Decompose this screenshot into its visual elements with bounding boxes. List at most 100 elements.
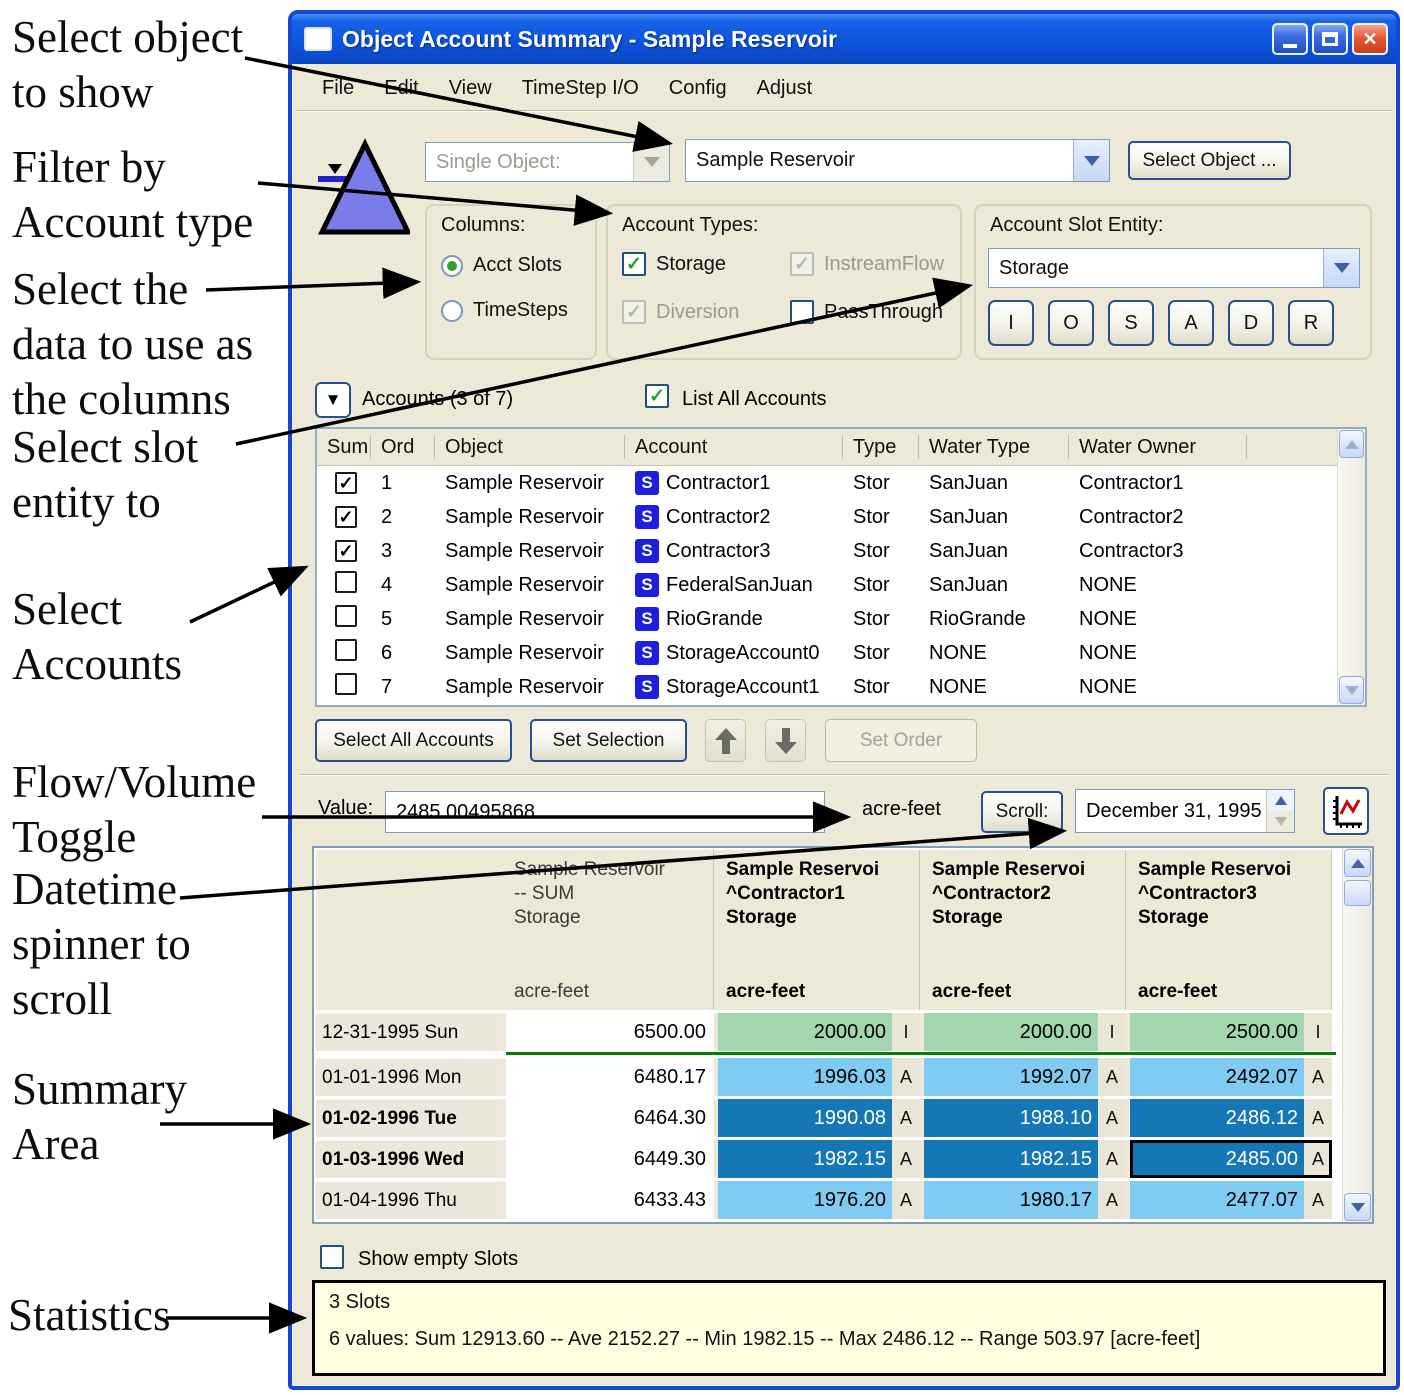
- scroll-down-icon[interactable]: [1344, 1193, 1371, 1221]
- sum-checkbox-cell[interactable]: [325, 639, 371, 667]
- summary-cell-group[interactable]: 2500.00I: [1130, 1013, 1332, 1051]
- account-checkbox[interactable]: ✓: [335, 506, 357, 528]
- summary-cell-group[interactable]: 1982.15A: [924, 1140, 1126, 1178]
- sum-checkbox-cell[interactable]: ✓: [325, 506, 371, 529]
- scroll-button[interactable]: Scroll:: [981, 791, 1063, 833]
- sum-checkbox-cell[interactable]: [325, 673, 371, 701]
- close-button-icon[interactable]: ✕: [1352, 23, 1388, 55]
- radio-option-acct-slots[interactable]: Acct Slots: [441, 254, 568, 277]
- summary-row-label[interactable]: 01-02-1996 Tue: [316, 1099, 502, 1137]
- summary-row-label[interactable]: 01-04-1996 Thu: [316, 1181, 502, 1219]
- move-down-button[interactable]: [765, 719, 806, 762]
- summary-value-cell[interactable]: 2492.07: [1130, 1058, 1304, 1096]
- chevron-down-icon[interactable]: [1073, 140, 1109, 181]
- checkbox-option-storage[interactable]: ✓Storage: [622, 252, 790, 276]
- datetime-spinner[interactable]: December 31, 1995: [1075, 789, 1295, 833]
- summary-sum-cell[interactable]: 6500.00: [506, 1013, 714, 1051]
- account-row[interactable]: 4Sample ReservoirSFederalSanJuanStorSanJ…: [317, 568, 1337, 602]
- summary-value-cell[interactable]: 1976.20: [718, 1181, 892, 1219]
- account-checkbox[interactable]: [335, 639, 357, 661]
- select-object-button[interactable]: Select Object ...: [1128, 141, 1291, 180]
- sum-checkbox-cell[interactable]: [325, 571, 371, 599]
- entity-button-o[interactable]: O: [1048, 300, 1094, 346]
- sum-checkbox-cell[interactable]: ✓: [325, 472, 371, 495]
- scroll-up-icon[interactable]: [1339, 430, 1364, 458]
- summary-value-cell[interactable]: 2485.00: [1130, 1140, 1304, 1178]
- summary-value-cell[interactable]: 1980.17: [924, 1181, 1098, 1219]
- summary-sum-cell[interactable]: 6480.17: [506, 1058, 714, 1096]
- summary-sum-cell[interactable]: 6464.30: [506, 1099, 714, 1137]
- summary-selected-cell[interactable]: 2485.00A: [1130, 1140, 1332, 1178]
- account-row[interactable]: 7Sample ReservoirSStorageAccount1StorNON…: [317, 670, 1337, 704]
- menu-item-edit[interactable]: Edit: [384, 77, 418, 100]
- spinner-up-icon[interactable]: [1267, 790, 1294, 811]
- summary-value-cell[interactable]: 2477.07: [1130, 1181, 1304, 1219]
- menu-item-config[interactable]: Config: [669, 77, 727, 100]
- account-row[interactable]: ✓1Sample ReservoirSContractor1StorSanJua…: [317, 466, 1337, 500]
- summary-value-cell[interactable]: 1996.03: [718, 1058, 892, 1096]
- object-combo[interactable]: Sample Reservoir: [685, 139, 1110, 182]
- summary-scrollbar[interactable]: [1342, 848, 1372, 1222]
- chevron-down-icon[interactable]: [1323, 249, 1359, 287]
- slot-entity-combo[interactable]: Storage: [988, 248, 1360, 288]
- summary-cell-group[interactable]: 1982.15A: [718, 1140, 920, 1178]
- summary-row-label[interactable]: 01-03-1996 Wed: [316, 1140, 502, 1178]
- summary-cell-group[interactable]: 1988.10A: [924, 1099, 1126, 1137]
- entity-button-s[interactable]: S: [1108, 300, 1154, 346]
- menu-item-timestep-i-o[interactable]: TimeStep I/O: [522, 77, 639, 100]
- plot-button[interactable]: [1323, 787, 1369, 835]
- summary-cell-group[interactable]: 1996.03A: [718, 1058, 920, 1096]
- checkbox-icon[interactable]: [790, 300, 814, 324]
- spinner-down-icon[interactable]: [1267, 811, 1294, 832]
- account-checkbox[interactable]: ✓: [335, 540, 357, 562]
- datetime-value[interactable]: December 31, 1995: [1076, 790, 1266, 832]
- summary-cell-group[interactable]: 1992.07A: [924, 1058, 1126, 1096]
- account-checkbox[interactable]: ✓: [335, 472, 357, 494]
- menu-item-file[interactable]: File: [322, 77, 354, 100]
- summary-value-cell[interactable]: 2486.12: [1130, 1099, 1304, 1137]
- summary-value-cell[interactable]: 1988.10: [924, 1099, 1098, 1137]
- entity-button-r[interactable]: R: [1288, 300, 1334, 346]
- summary-value-cell[interactable]: 2500.00: [1130, 1013, 1304, 1051]
- summary-cell-group[interactable]: 2492.07A: [1130, 1058, 1332, 1096]
- title-bar[interactable]: Object Account Summary - Sample Reservoi…: [292, 14, 1396, 64]
- radio-icon[interactable]: [441, 255, 463, 277]
- account-checkbox[interactable]: [335, 571, 357, 593]
- summary-cell-group[interactable]: 2000.00I: [718, 1013, 920, 1051]
- units-label[interactable]: acre-feet: [862, 798, 941, 821]
- summary-cell-group[interactable]: 1976.20A: [718, 1181, 920, 1219]
- menu-item-view[interactable]: View: [449, 77, 492, 100]
- summary-cell-group[interactable]: 1990.08A: [718, 1099, 920, 1137]
- accounts-scrollbar[interactable]: [1337, 429, 1365, 705]
- account-row[interactable]: 5Sample ReservoirSRioGrandeStorRioGrande…: [317, 602, 1337, 636]
- summary-value-cell[interactable]: 1982.15: [924, 1140, 1098, 1178]
- maximize-button-icon[interactable]: [1312, 23, 1348, 55]
- set-selection-button[interactable]: Set Selection: [530, 719, 687, 762]
- menu-item-adjust[interactable]: Adjust: [757, 77, 813, 100]
- summary-value-cell[interactable]: 1982.15: [718, 1140, 892, 1178]
- sum-checkbox-cell[interactable]: ✓: [325, 540, 371, 563]
- entity-button-d[interactable]: D: [1228, 300, 1274, 346]
- accounts-dropdown-button[interactable]: ▼: [315, 382, 351, 418]
- scroll-up-icon[interactable]: [1344, 849, 1371, 877]
- account-row[interactable]: ✓2Sample ReservoirSContractor2StorSanJua…: [317, 500, 1337, 534]
- account-checkbox[interactable]: [335, 605, 357, 627]
- checkbox-option-passthrough[interactable]: PassThrough: [790, 300, 958, 324]
- account-row[interactable]: 6Sample ReservoirSStorageAccount0StorNON…: [317, 636, 1337, 670]
- summary-value-cell[interactable]: 1990.08: [718, 1099, 892, 1137]
- minimize-button-icon[interactable]: [1272, 23, 1308, 55]
- summary-cell-group[interactable]: 2477.07A: [1130, 1181, 1332, 1219]
- summary-sum-cell[interactable]: 6449.30: [506, 1140, 714, 1178]
- show-empty-slots-checkbox[interactable]: [320, 1245, 344, 1269]
- summary-cell-group[interactable]: 2486.12A: [1130, 1099, 1332, 1137]
- summary-row-label[interactable]: 12-31-1995 Sun: [316, 1013, 502, 1051]
- app-icon[interactable]: [304, 27, 332, 51]
- scrollbar-thumb[interactable]: [1344, 880, 1371, 906]
- summary-cell-group[interactable]: 2000.00I: [924, 1013, 1126, 1051]
- summary-value-cell[interactable]: 1992.07: [924, 1058, 1098, 1096]
- summary-sum-cell[interactable]: 6433.43: [506, 1181, 714, 1219]
- value-input[interactable]: 2485.00495868: [385, 791, 825, 833]
- select-all-accounts-button[interactable]: Select All Accounts: [315, 719, 512, 762]
- summary-cell-group[interactable]: 1980.17A: [924, 1181, 1126, 1219]
- summary-value-cell[interactable]: 2000.00: [718, 1013, 892, 1051]
